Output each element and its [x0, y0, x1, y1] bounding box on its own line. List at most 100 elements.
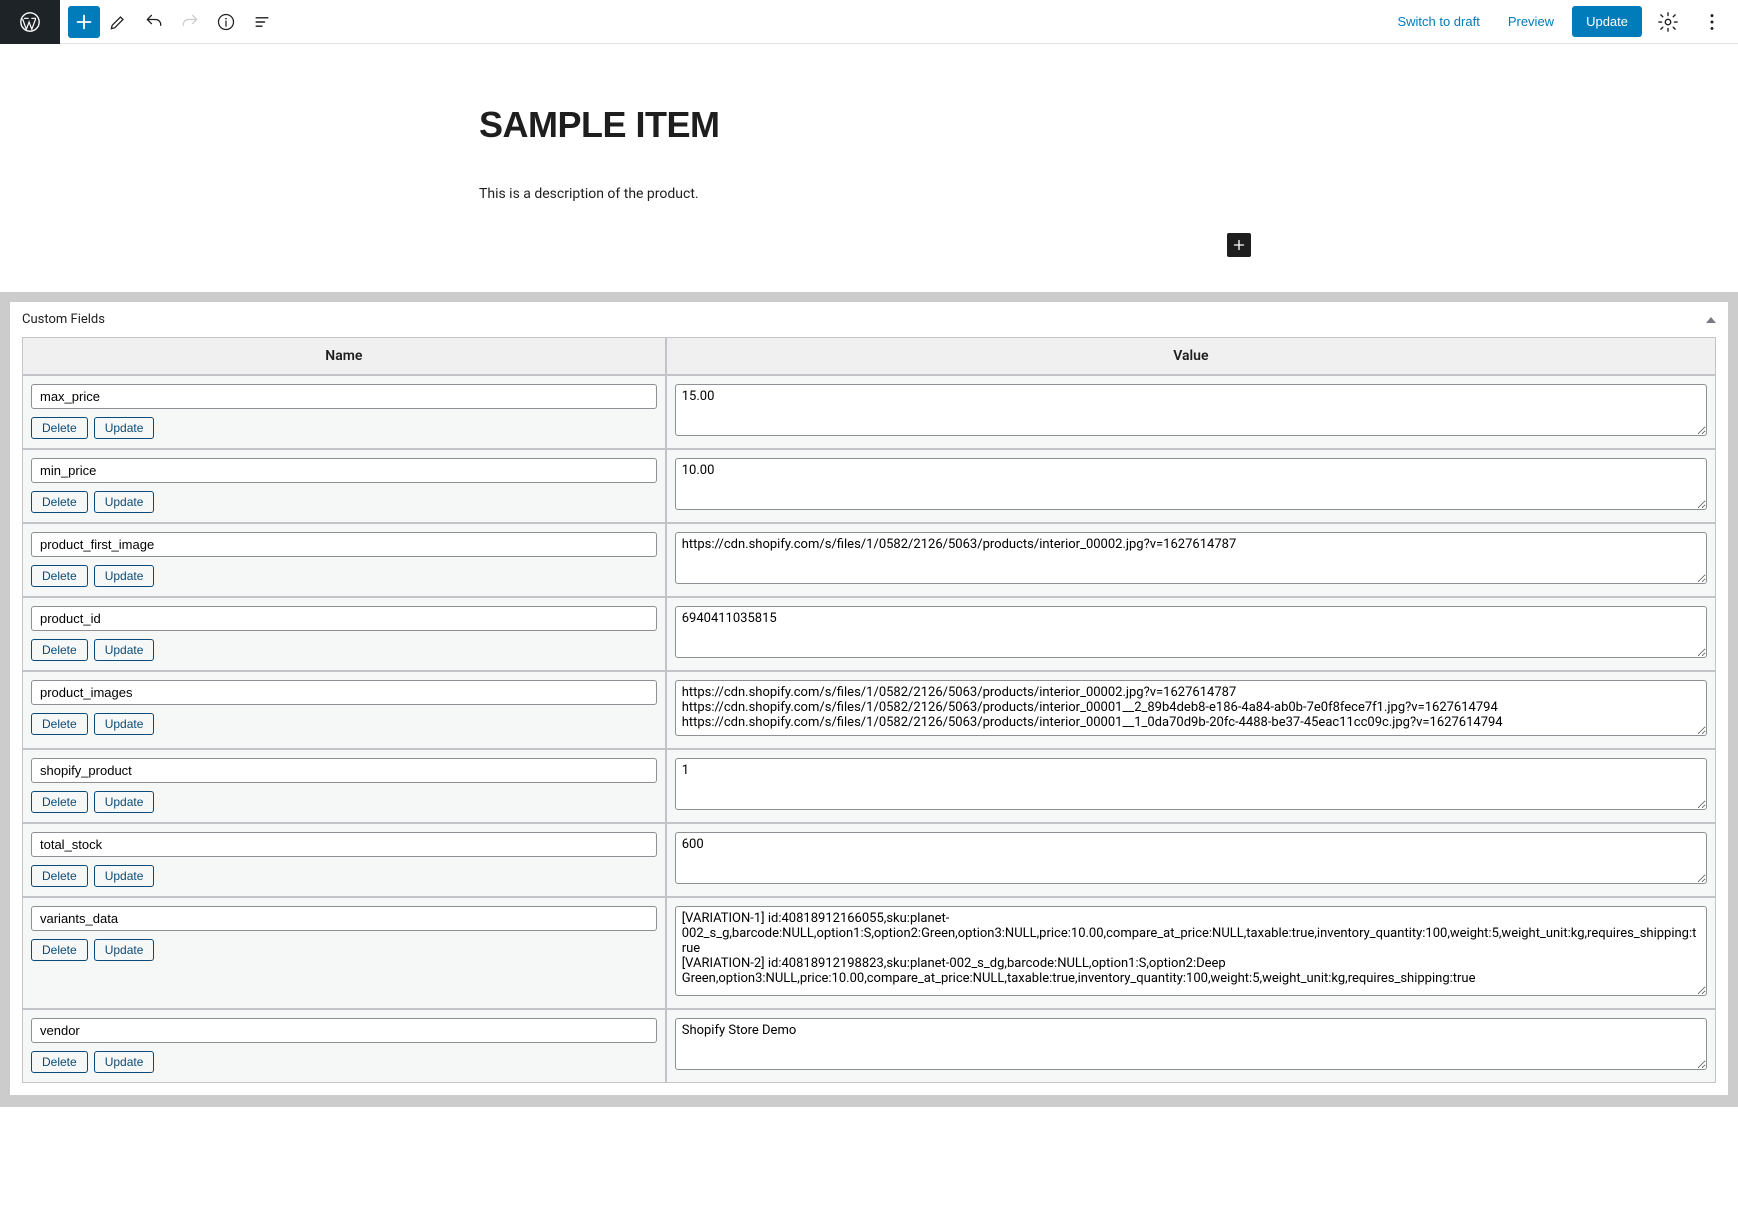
update-button[interactable]: Update — [94, 491, 155, 513]
custom-fields-panel-header[interactable]: Custom Fields — [10, 302, 1728, 337]
settings-button[interactable] — [1650, 4, 1686, 40]
outline-button[interactable] — [244, 4, 280, 40]
custom-field-value-textarea[interactable] — [675, 832, 1707, 884]
delete-button[interactable]: Delete — [31, 939, 88, 961]
gear-icon — [1657, 11, 1679, 33]
row-actions: Delete Update — [31, 639, 657, 661]
custom-field-row: Delete Update — [22, 749, 1716, 823]
custom-field-row: Delete Update — [22, 823, 1716, 897]
custom-field-name-cell: Delete Update — [22, 523, 666, 597]
row-actions: Delete Update — [31, 939, 657, 961]
custom-field-value-textarea[interactable] — [675, 532, 1707, 584]
delete-button[interactable]: Delete — [31, 791, 88, 813]
edit-mode-button[interactable] — [100, 4, 136, 40]
update-button[interactable]: Update — [94, 1051, 155, 1073]
add-block-button[interactable] — [68, 6, 100, 38]
custom-field-name-cell: Delete Update — [22, 749, 666, 823]
update-button[interactable]: Update — [1572, 6, 1642, 37]
custom-field-value-cell — [666, 749, 1716, 823]
row-actions: Delete Update — [31, 417, 657, 439]
row-actions: Delete Update — [31, 713, 657, 735]
custom-field-row: Delete Update — [22, 897, 1716, 1009]
details-button[interactable] — [208, 4, 244, 40]
custom-field-value-cell — [666, 1009, 1716, 1083]
delete-button[interactable]: Delete — [31, 865, 88, 887]
post-description[interactable]: This is a description of the product. — [479, 186, 1259, 202]
undo-icon — [144, 12, 164, 32]
inline-add-block-button[interactable] — [1227, 233, 1251, 257]
custom-field-name-cell: Delete Update — [22, 671, 666, 749]
delete-button[interactable]: Delete — [31, 417, 88, 439]
update-button[interactable]: Update — [94, 565, 155, 587]
custom-field-name-input[interactable] — [31, 906, 657, 931]
custom-fields-panel-body: Name Value DeleteUpdateDeleteUpdateDelet… — [10, 337, 1728, 1095]
switch-to-draft-button[interactable]: Switch to draft — [1387, 8, 1489, 35]
custom-field-row: Delete Update — [22, 523, 1716, 597]
custom-field-value-textarea[interactable] — [675, 680, 1707, 736]
custom-fields-section: Custom Fields Name Value DeleteUpdateDel… — [0, 292, 1738, 1107]
custom-field-row: Delete Update — [22, 449, 1716, 523]
delete-button[interactable]: Delete — [31, 1051, 88, 1073]
custom-field-name-input[interactable] — [31, 832, 657, 857]
toolbar-right: Switch to draft Preview Update — [1387, 4, 1738, 40]
update-button[interactable]: Update — [94, 791, 155, 813]
undo-button[interactable] — [136, 4, 172, 40]
plus-icon — [73, 11, 95, 33]
column-header-name: Name — [22, 337, 666, 375]
custom-field-value-textarea[interactable] — [675, 384, 1707, 436]
update-button[interactable]: Update — [94, 639, 155, 661]
custom-field-value-cell — [666, 897, 1716, 1009]
custom-field-name-input[interactable] — [31, 606, 657, 631]
custom-field-name-input[interactable] — [31, 1018, 657, 1043]
custom-field-value-cell — [666, 523, 1716, 597]
more-vertical-icon — [1701, 11, 1723, 33]
custom-field-name-input[interactable] — [31, 384, 657, 409]
pencil-icon — [108, 12, 128, 32]
list-view-icon — [252, 12, 272, 32]
redo-button — [172, 4, 208, 40]
preview-button[interactable]: Preview — [1498, 8, 1564, 35]
custom-field-name-input[interactable] — [31, 532, 657, 557]
update-button[interactable]: Update — [94, 939, 155, 961]
wordpress-icon — [19, 11, 41, 33]
delete-button[interactable]: Delete — [31, 639, 88, 661]
custom-fields-table: Name Value DeleteUpdateDeleteUpdateDelet… — [22, 337, 1716, 1083]
row-actions: Delete Update — [31, 565, 657, 587]
delete-button[interactable]: Delete — [31, 565, 88, 587]
custom-field-value-textarea[interactable] — [675, 1018, 1707, 1070]
custom-field-value-textarea[interactable] — [675, 606, 1707, 658]
delete-button[interactable]: Delete — [31, 713, 88, 735]
block-editor: SAMPLE ITEM This is a description of the… — [479, 44, 1259, 252]
custom-fields-panel: Custom Fields Name Value DeleteUpdateDel… — [10, 302, 1728, 1095]
update-button[interactable]: Update — [94, 865, 155, 887]
custom-field-row: Delete Update — [22, 671, 1716, 749]
column-header-value: Value — [666, 337, 1716, 375]
row-actions: Delete Update — [31, 865, 657, 887]
custom-field-name-input[interactable] — [31, 458, 657, 483]
delete-button[interactable]: Delete — [31, 491, 88, 513]
custom-field-value-textarea[interactable] — [675, 758, 1707, 810]
update-button[interactable]: Update — [94, 417, 155, 439]
update-button[interactable]: Update — [94, 713, 155, 735]
custom-field-value-cell — [666, 597, 1716, 671]
custom-fields-panel-title: Custom Fields — [22, 312, 105, 327]
custom-field-row: Delete Update — [22, 597, 1716, 671]
wordpress-logo[interactable] — [0, 0, 60, 44]
toolbar-left — [0, 0, 280, 44]
custom-field-name-cell: Delete Update — [22, 449, 666, 523]
custom-field-name-cell: Delete Update — [22, 375, 666, 449]
editor-toolbar: Switch to draft Preview Update — [0, 0, 1738, 44]
custom-field-name-input[interactable] — [31, 758, 657, 783]
custom-field-name-cell: Delete Update — [22, 823, 666, 897]
caret-up-icon — [1706, 317, 1716, 323]
post-title[interactable]: SAMPLE ITEM — [479, 104, 1259, 146]
custom-field-name-cell: Delete Update — [22, 597, 666, 671]
plus-icon — [1230, 236, 1248, 254]
redo-icon — [180, 12, 200, 32]
custom-field-name-input[interactable] — [31, 680, 657, 705]
custom-field-value-textarea[interactable] — [675, 458, 1707, 510]
custom-field-row: Delete Update — [22, 1009, 1716, 1083]
custom-field-value-textarea[interactable] — [675, 906, 1707, 996]
custom-field-value-cell — [666, 671, 1716, 749]
more-options-button[interactable] — [1694, 4, 1730, 40]
